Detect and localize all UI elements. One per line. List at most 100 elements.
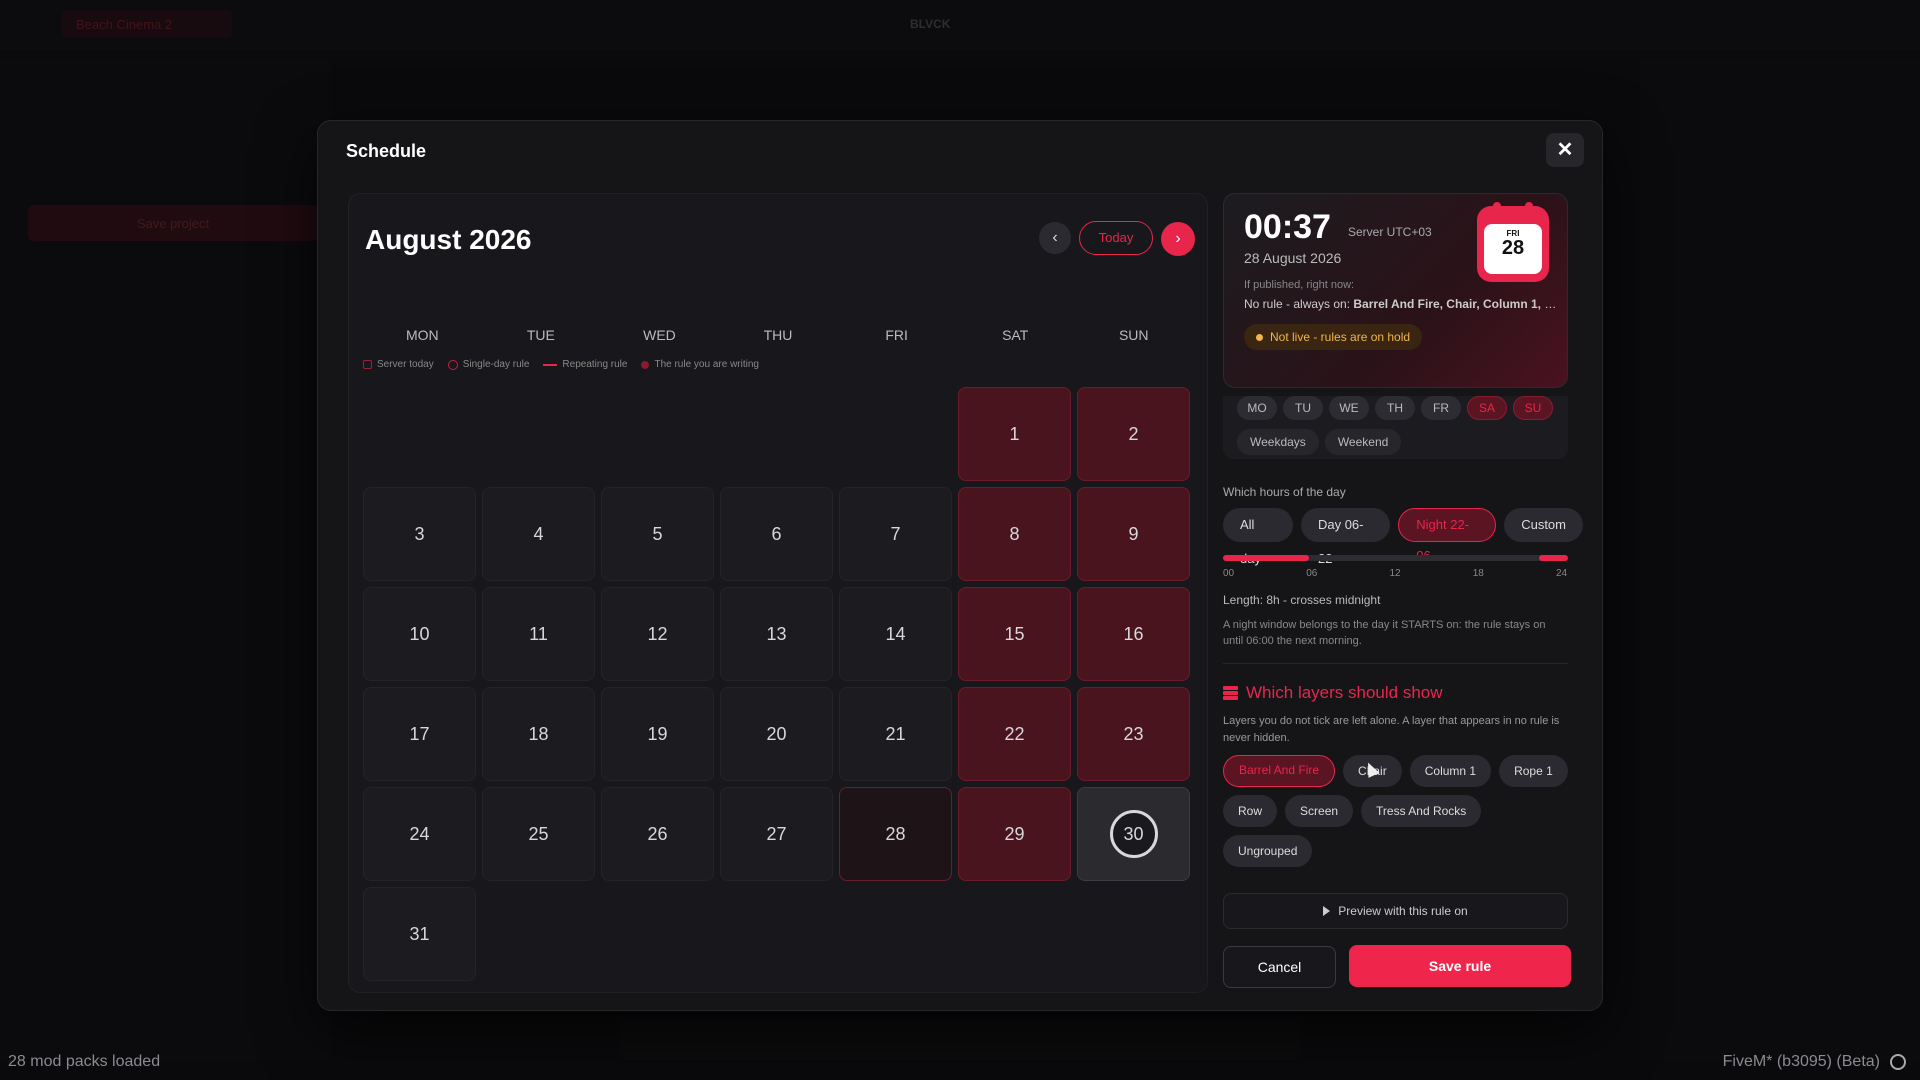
length-info: Length: 8h - crosses midnight	[1223, 593, 1381, 607]
day-toggle-we[interactable]: WE	[1329, 396, 1369, 420]
calendar-day[interactable]: 22	[958, 687, 1071, 781]
weekdays-preset-button[interactable]: Weekdays	[1237, 429, 1319, 455]
close-button[interactable]: ✕	[1546, 133, 1584, 167]
calendar-day[interactable]: 18	[482, 687, 595, 781]
hours-option-button[interactable]: All day	[1223, 508, 1293, 566]
calendar-day[interactable]: 16	[1077, 587, 1190, 681]
day-toggle-tu[interactable]: TU	[1283, 396, 1323, 420]
now-card: 00:37 Server UTC+03 28 August 2026 FRI 2…	[1223, 193, 1568, 388]
hours-option-button[interactable]: Day 06-22	[1300, 508, 1391, 566]
status-mod-packs: 28 mod packs loaded	[8, 1053, 161, 1070]
calendar-day[interactable]: 6	[720, 487, 833, 581]
calendar-blank-cell	[720, 387, 833, 481]
weekday-label: WED	[643, 327, 676, 343]
weekday-label: THU	[763, 327, 793, 343]
calendar-day[interactable]: 13	[720, 587, 833, 681]
hour-tick-label: 24	[1556, 568, 1568, 579]
calendar-day[interactable]: 8	[958, 487, 1071, 581]
calendar-panel: August 2026 ‹ Today › MON TUE WED THU FR…	[348, 193, 1208, 993]
layer-chip[interactable]: Row	[1223, 795, 1278, 827]
calendar-day[interactable]: 10	[363, 587, 476, 681]
calendar-day[interactable]: 9	[1077, 487, 1190, 581]
status-icon	[1890, 1054, 1906, 1070]
next-month-button[interactable]: ›	[1161, 222, 1195, 256]
calendar-icon-page: FRI 28	[1484, 224, 1542, 274]
layer-chip[interactable]: Screen	[1285, 795, 1354, 827]
calendar-day[interactable]: 20	[720, 687, 833, 781]
calendar-day[interactable]: 27	[720, 787, 833, 881]
calendar-day[interactable]: 26	[601, 787, 714, 881]
calendar-day[interactable]: 29	[958, 787, 1071, 881]
layer-chip[interactable]: Rope 1	[1499, 755, 1568, 787]
weekday-label: FRI	[885, 327, 908, 343]
hour-tick-label: 00	[1223, 568, 1235, 579]
calendar-day[interactable]: 4	[482, 487, 595, 581]
weekday-label: MON	[405, 327, 439, 343]
legend-label: Repeating rule	[562, 359, 628, 370]
calendar-day[interactable]: 31	[363, 887, 476, 981]
today-button[interactable]: Today	[1079, 221, 1153, 255]
calendar-blank-cell	[839, 387, 952, 481]
cancel-button[interactable]: Cancel	[1223, 946, 1336, 988]
calendar-day[interactable]: 21	[839, 687, 952, 781]
hour-tick-label: 06	[1306, 568, 1318, 579]
calendar-day[interactable]: 30	[1077, 787, 1190, 881]
range-segment-night	[1539, 555, 1568, 561]
night-window-note: A night window belongs to the day it STA…	[1223, 619, 1546, 647]
hours-option-button[interactable]: Custom	[1504, 508, 1583, 542]
calendar-day[interactable]: 15	[958, 587, 1071, 681]
weekday-label: SAT	[1002, 327, 1029, 343]
schedule-modal: Schedule ✕ August 2026 ‹ Today › MON TUE…	[317, 120, 1603, 1011]
single-day-swatch	[447, 359, 458, 370]
calendar-day[interactable]: 1	[958, 387, 1071, 481]
calendar-day[interactable]: 17	[363, 687, 476, 781]
calendar-legend: Server today Single-day rule Repeating r…	[363, 359, 759, 370]
save-rule-button[interactable]: Save rule	[1349, 945, 1571, 987]
days-selector: MO TU WE TH FR SA SU Weekdays Weekend	[1223, 396, 1568, 459]
day-toggle-su[interactable]: SU	[1513, 396, 1553, 420]
hours-option-button[interactable]: Night 22-06	[1398, 508, 1497, 563]
layer-chip[interactable]: Barrel And Fire	[1223, 755, 1336, 787]
calendar-day[interactable]: 24	[363, 787, 476, 881]
rule-panel: 00:37 Server UTC+03 28 August 2026 FRI 2…	[1223, 193, 1583, 993]
calendar-day[interactable]: 14	[839, 587, 952, 681]
weekend-preset-button[interactable]: Weekend	[1324, 429, 1402, 455]
left-panel: Save project	[0, 60, 330, 1060]
layer-chips: Barrel And Fire Chair Column 1 Rope 1 Row Scr…	[1223, 755, 1568, 867]
hour-range-slider[interactable]	[1223, 555, 1568, 561]
hour-tick-label: 12	[1389, 568, 1401, 579]
prev-month-button[interactable]: ‹	[1039, 222, 1071, 254]
preview-label: Preview with this rule on	[1338, 904, 1468, 918]
layers-heading: Which layers should show	[1223, 683, 1443, 703]
calendar-day[interactable]: 19	[601, 687, 714, 781]
day-toggle-fr[interactable]: FR	[1421, 396, 1461, 420]
calendar-blank-cell	[601, 387, 714, 481]
legend-label: The rule you are writing	[654, 359, 759, 370]
hours-label: Which hours of the day	[1223, 485, 1346, 499]
calendar-day[interactable]: 23	[1077, 687, 1190, 781]
repeating-swatch	[543, 363, 558, 366]
calendar-day[interactable]: 12	[601, 587, 714, 681]
legend-label: Single-day rule	[462, 359, 530, 370]
calendar-day[interactable]: 7	[839, 487, 952, 581]
legend-writing: The rule you are writing	[641, 359, 759, 370]
save-project-button: Save project	[28, 205, 318, 241]
calendar-day[interactable]: 2	[1077, 387, 1190, 481]
calendar-day[interactable]: 11	[482, 587, 595, 681]
preview-button[interactable]: Preview with this rule on	[1223, 893, 1568, 929]
calendar-day[interactable]: 3	[363, 487, 476, 581]
app-brand: BLVCK	[910, 17, 951, 31]
calendar-day[interactable]: 5	[601, 487, 714, 581]
day-toggle-sa[interactable]: SA	[1467, 396, 1507, 420]
day-toggle-mo[interactable]: MO	[1237, 396, 1277, 420]
calendar-grid: 1 2 3 4 5 6 7 8 9 10 11 12 13 14 15 16 17 18 19 20 21 22 23 24 2…	[363, 387, 1193, 981]
layer-chip[interactable]: Column 1	[1409, 755, 1492, 787]
no-rule-layers: Barrel And Fire, Chair, Column 1, Rop...	[1353, 297, 1559, 311]
layer-chip[interactable]: Ungrouped	[1223, 835, 1313, 867]
app-topbar: Beach Cinema 2 BLVCK	[0, 0, 1920, 50]
server-today-swatch	[363, 360, 372, 369]
day-toggle-th[interactable]: TH	[1375, 396, 1415, 420]
calendar-day[interactable]: 25	[482, 787, 595, 881]
calendar-day[interactable]: 28	[839, 787, 952, 881]
layer-chip[interactable]: Tress And Rocks	[1361, 795, 1482, 827]
